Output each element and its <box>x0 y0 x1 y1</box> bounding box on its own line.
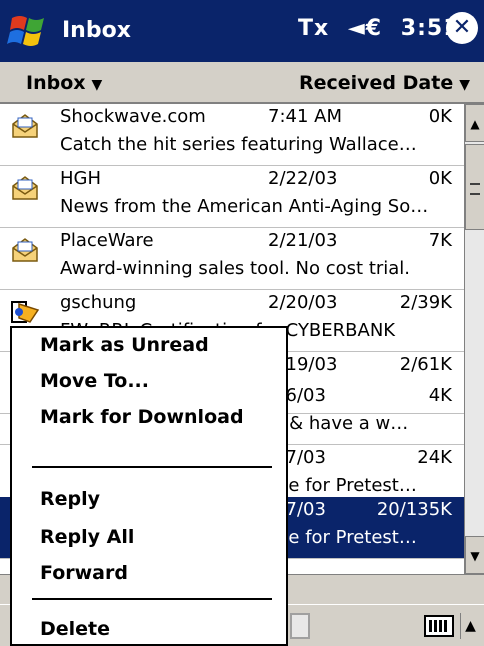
message-from: PlaceWare <box>60 230 154 251</box>
outlook-message-icon <box>11 301 40 323</box>
envelope-icon <box>12 176 38 200</box>
menu-item-move-to[interactable]: Move To... <box>40 370 149 392</box>
message-from: HGH <box>60 168 102 189</box>
menu-separator <box>32 466 272 468</box>
message-date: 2/21/03 <box>268 230 338 251</box>
menu-item-reply[interactable]: Reply <box>40 488 100 510</box>
scroll-thumb[interactable] <box>465 144 484 230</box>
message-subject: News from the American Anti-Aging So… <box>60 196 429 217</box>
message-size: 2/61K <box>399 354 452 375</box>
menu-item-forward[interactable]: Forward <box>40 562 128 584</box>
document-icon[interactable] <box>290 613 310 639</box>
envelope-icon <box>12 114 38 138</box>
chevron-up-icon[interactable]: ▲ <box>460 613 480 639</box>
context-menu: Mark as Unread Move To... Mark for Downl… <box>10 326 288 646</box>
message-row[interactable]: Shockwave.com 7:41 AM 0K Catch the hit s… <box>0 104 464 166</box>
message-subject: ule for Pretest… <box>272 527 417 548</box>
message-subject: Award-winning sales tool. No cost trial. <box>60 258 411 279</box>
status-area: Tx ◄€ 3:51 <box>298 16 470 41</box>
message-size: 24K <box>417 447 452 468</box>
menu-item-delete[interactable]: Delete <box>40 618 110 640</box>
menu-separator <box>32 598 272 600</box>
windows-start-icon[interactable] <box>6 8 52 54</box>
message-size: 20/135K <box>376 499 452 520</box>
message-size: 2/39K <box>399 292 452 313</box>
folder-dropdown[interactable]: Inbox ▼ <box>26 72 102 94</box>
sort-dropdown[interactable]: Received Date ▼ <box>299 72 470 94</box>
envelope-icon <box>12 238 38 262</box>
keyboard-icon[interactable] <box>424 615 454 637</box>
window-title: Inbox <box>62 18 131 43</box>
list-header: Inbox ▼ Received Date ▼ <box>0 62 484 104</box>
folder-label: Inbox <box>26 72 86 94</box>
message-date: 2/22/03 <box>268 168 338 189</box>
sort-label: Received Date <box>298 72 454 94</box>
signal-icon[interactable]: Tx <box>298 16 329 41</box>
scroll-down-arrow-icon[interactable]: ▼ <box>465 536 484 574</box>
menu-item-reply-all[interactable]: Reply All <box>40 526 134 548</box>
message-subject: ule for Pretest… <box>272 475 417 496</box>
message-size: 4K <box>428 385 452 406</box>
message-size: 0K <box>428 168 452 189</box>
message-from: gschung <box>60 292 137 313</box>
message-row[interactable]: HGH 2/22/03 0K News from the American An… <box>0 166 464 228</box>
volume-icon[interactable]: ◄€ <box>348 16 382 41</box>
message-date: 2/20/03 <box>268 292 338 313</box>
message-from: Shockwave.com <box>60 106 206 127</box>
scroll-up-arrow-icon[interactable]: ▲ <box>465 104 484 142</box>
message-subject: Catch the hit series featuring Wallace… <box>60 134 417 155</box>
message-size: 0K <box>428 106 452 127</box>
message-subject: h & have a w… <box>272 413 409 434</box>
scrollbar[interactable]: ▲ ▼ <box>464 104 484 574</box>
message-row[interactable]: PlaceWare 2/21/03 7K Award-winning sales… <box>0 228 464 290</box>
menu-item-mark-for-download[interactable]: Mark for Download <box>40 406 244 428</box>
chevron-down-icon: ▼ <box>91 77 103 93</box>
chevron-down-icon: ▼ <box>459 77 470 93</box>
menu-item-mark-as-unread[interactable]: Mark as Unread <box>40 334 209 356</box>
message-size: 7K <box>428 230 452 251</box>
close-icon[interactable]: ✕ <box>446 12 478 44</box>
message-date: 7:41 AM <box>268 106 342 127</box>
